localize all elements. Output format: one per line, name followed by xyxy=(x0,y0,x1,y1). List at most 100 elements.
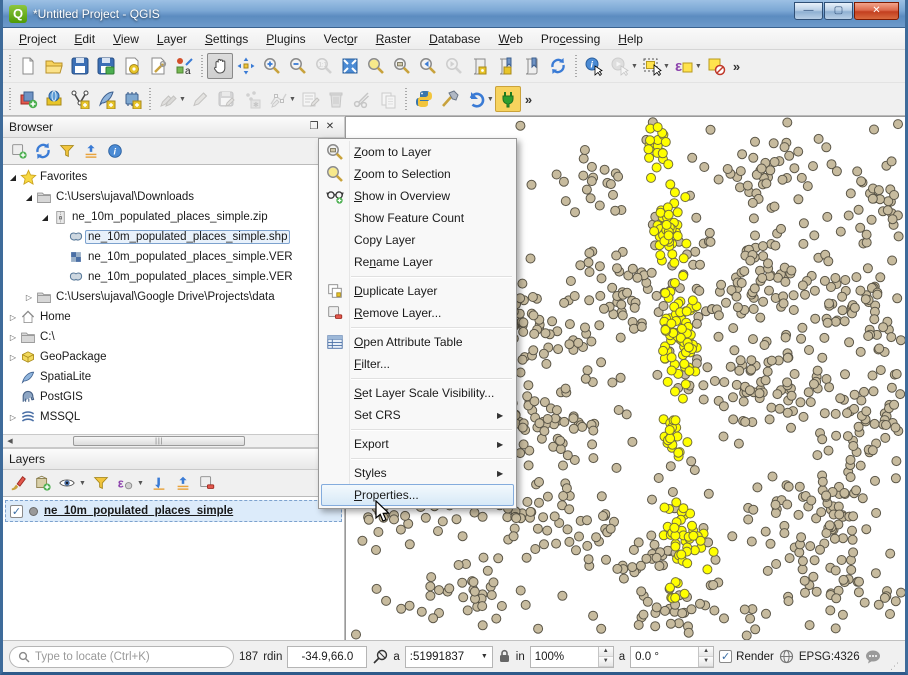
menu-item-set-crs[interactable]: Set CRS ▶ xyxy=(321,404,514,426)
add-group-button[interactable] xyxy=(33,473,53,493)
data-source-manager-button[interactable] xyxy=(15,86,41,112)
deselect-all-button[interactable] xyxy=(703,53,729,79)
tree-item[interactable]: ne_10m_populated_places_simple.VER xyxy=(3,247,344,267)
menu-item-show-feature-count[interactable]: Show Feature Count xyxy=(321,207,514,229)
menu-help[interactable]: Help xyxy=(610,30,651,48)
rotation-spinbox[interactable]: 0.0 ° ▲▼ xyxy=(630,646,714,668)
add-selected-layers-button[interactable] xyxy=(9,141,29,161)
tree-item[interactable]: ne_10m_populated_places_simple.VER xyxy=(3,267,344,287)
menu-item-zoom-to-selection[interactable]: Zoom to Selection xyxy=(321,163,514,185)
filter-by-expression-button[interactable]: ε xyxy=(115,473,135,493)
menu-processing[interactable]: Processing xyxy=(533,30,608,48)
resize-grip[interactable]: ⋰ xyxy=(890,661,899,672)
menu-item-copy-layer[interactable]: Copy Layer xyxy=(321,229,514,251)
spin-up-icon[interactable]: ▲ xyxy=(699,647,713,657)
save-project-button[interactable] xyxy=(67,53,93,79)
menu-item-remove-layer[interactable]: Remove Layer... xyxy=(321,302,514,324)
toolbar-overflow-button[interactable]: » xyxy=(729,59,744,74)
menu-item-zoom-to-layer[interactable]: Zoom to Layer xyxy=(321,141,514,163)
tree-item[interactable]: ▷GeoPackage xyxy=(3,347,344,367)
remove-layer-group-button[interactable] xyxy=(197,473,217,493)
save-project-as-button[interactable] xyxy=(93,53,119,79)
show-layout-manager-button[interactable] xyxy=(145,53,171,79)
new-geopackage-layer-button[interactable] xyxy=(41,86,67,112)
refresh-browser-button[interactable] xyxy=(33,141,53,161)
minimize-button[interactable]: — xyxy=(794,2,823,20)
open-layer-styling-button[interactable] xyxy=(9,473,29,493)
menu-item-export[interactable]: Export ▶ xyxy=(321,433,514,455)
toolbar-grip[interactable] xyxy=(199,55,205,77)
new-map-view-button[interactable] xyxy=(467,53,493,79)
menu-item-properties[interactable]: Properties... xyxy=(321,484,514,506)
browser-hscrollbar[interactable]: ◀ ||| ▶ xyxy=(3,434,345,448)
pan-map-button[interactable] xyxy=(207,53,233,79)
new-temporary-layer-button[interactable] xyxy=(119,86,145,112)
select-features-button[interactable] xyxy=(639,53,665,79)
menu-item-duplicate-layer[interactable]: Duplicate Layer xyxy=(321,280,514,302)
new-bookmark-button[interactable] xyxy=(493,53,519,79)
toolbar-grip[interactable] xyxy=(7,55,13,77)
style-manager-button[interactable]: a xyxy=(171,53,197,79)
dropdown-arrow-icon[interactable]: ▼ xyxy=(79,480,86,487)
menu-project[interactable]: Project xyxy=(11,30,64,48)
menu-view[interactable]: View xyxy=(105,30,147,48)
open-project-button[interactable] xyxy=(41,53,67,79)
tree-item[interactable]: SpatiaLite xyxy=(3,367,344,387)
manage-plugins-button[interactable] xyxy=(495,86,521,112)
collapse-all-button[interactable] xyxy=(81,141,101,161)
zoom-to-selection-button[interactable] xyxy=(363,53,389,79)
spin-down-icon[interactable]: ▼ xyxy=(599,657,613,667)
zoom-out-button[interactable] xyxy=(285,53,311,79)
menu-item-filter[interactable]: Filter... xyxy=(321,353,514,375)
browser-float-icon[interactable]: ❐ xyxy=(306,120,322,134)
new-project-button[interactable] xyxy=(15,53,41,79)
scale-combo[interactable]: :51991837 ▼ xyxy=(405,646,493,668)
tree-expander-icon[interactable]: ▷ xyxy=(7,413,19,422)
menu-layer[interactable]: Layer xyxy=(149,30,195,48)
tree-expander-icon[interactable]: ▷ xyxy=(7,313,19,322)
menu-edit[interactable]: Edit xyxy=(66,30,103,48)
toolbar-overflow-button[interactable]: » xyxy=(521,92,536,107)
expand-all-button[interactable] xyxy=(149,473,169,493)
crs-status[interactable]: EPSG:4326 xyxy=(799,651,860,663)
filter-legend-button[interactable] xyxy=(91,473,111,493)
zoom-to-layer-button[interactable] xyxy=(389,53,415,79)
maximize-button[interactable]: ▢ xyxy=(824,2,853,20)
toolbar-grip[interactable] xyxy=(7,88,13,110)
undo-button[interactable] xyxy=(463,86,489,112)
zoom-in-button[interactable] xyxy=(259,53,285,79)
zoom-full-button[interactable] xyxy=(337,53,363,79)
tree-item[interactable]: ◢C:\Users\ujaval\Downloads xyxy=(3,187,344,207)
tree-item[interactable]: PostGIS xyxy=(3,387,344,407)
menu-settings[interactable]: Settings xyxy=(197,30,256,48)
menu-item-show-in-overview[interactable]: Show in Overview xyxy=(321,185,514,207)
filter-browser-button[interactable] xyxy=(57,141,77,161)
manage-map-themes-button[interactable] xyxy=(57,473,77,493)
python-console-button[interactable] xyxy=(411,86,437,112)
properties-widget-button[interactable]: i xyxy=(105,141,125,161)
new-spatialite-layer-button[interactable] xyxy=(93,86,119,112)
collapse-all-layers-button[interactable] xyxy=(173,473,193,493)
tree-expander-icon[interactable]: ▷ xyxy=(7,333,19,342)
layer-item[interactable]: ✓ ne_10m_populated_places_simple xyxy=(5,500,342,522)
pan-to-selection-button[interactable] xyxy=(233,53,259,79)
toolbar-grip[interactable] xyxy=(147,88,153,110)
menu-item-set-layer-scale-visibility[interactable]: Set Layer Scale Visibility... xyxy=(321,382,514,404)
menu-database[interactable]: Database xyxy=(421,30,488,48)
tree-item[interactable]: ◢ne_10m_populated_places_simple.zip xyxy=(3,207,344,227)
tree-item[interactable]: ◢Favorites xyxy=(3,167,344,187)
zoom-last-button[interactable] xyxy=(415,53,441,79)
extent-toggle-icon[interactable] xyxy=(372,649,388,665)
coordinate-input[interactable]: -34.9,66.0 xyxy=(287,646,367,668)
browser-close-icon[interactable]: ✕ xyxy=(322,120,338,134)
tree-expander-icon[interactable]: ▷ xyxy=(23,293,35,302)
render-checkbox[interactable]: ✓ Render xyxy=(719,650,774,663)
tree-expander-icon[interactable]: ◢ xyxy=(7,173,19,182)
processing-toolbox-button[interactable] xyxy=(437,86,463,112)
new-shapefile-layer-button[interactable] xyxy=(67,86,93,112)
show-bookmarks-button[interactable] xyxy=(519,53,545,79)
menu-item-rename-layer[interactable]: Rename Layer xyxy=(321,251,514,273)
refresh-map-button[interactable] xyxy=(545,53,571,79)
spin-down-icon[interactable]: ▼ xyxy=(699,657,713,667)
close-button[interactable]: ✕ xyxy=(854,2,899,20)
